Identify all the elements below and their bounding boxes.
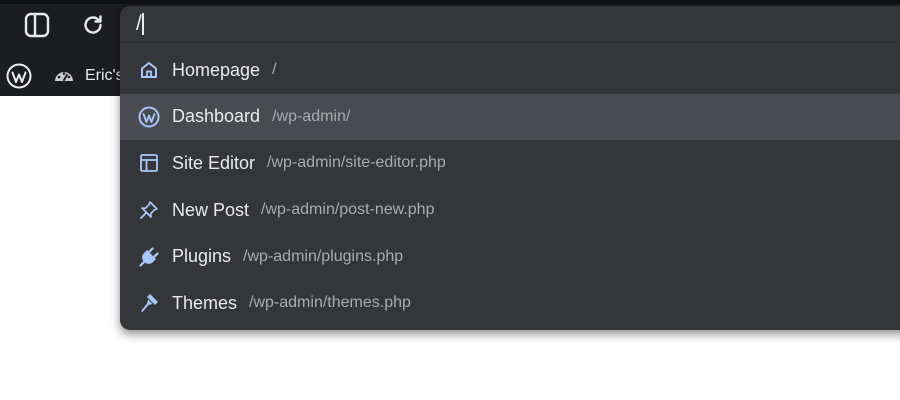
text-caret	[142, 13, 144, 35]
bookmark-wordpress[interactable]	[6, 56, 32, 96]
suggestion-title: New Post	[172, 199, 250, 220]
suggestion-list: Homepage / Dashboard /wp-admin/ Site Edi…	[120, 47, 900, 327]
suggestion-homepage[interactable]: Homepage /	[120, 47, 900, 94]
wordpress-icon	[138, 106, 160, 128]
pin-icon	[138, 199, 160, 221]
window-top-edge	[0, 0, 900, 4]
suggestion-url: /wp-admin/	[272, 107, 351, 125]
suggestion-dashboard[interactable]: Dashboard /wp-admin/	[120, 93, 900, 141]
suggestion-url: /	[272, 61, 277, 79]
wordpress-icon	[6, 63, 32, 89]
plugin-icon	[138, 246, 160, 268]
suggestion-themes[interactable]: Themes /wp-admin/themes.php	[120, 280, 900, 327]
speedometer-icon	[55, 72, 73, 81]
side-panel-icon	[24, 12, 50, 38]
bookmark-site[interactable]: Eric's	[52, 56, 124, 96]
suggestion-title: Homepage	[172, 59, 261, 80]
home-icon	[138, 59, 160, 81]
dropdown-divider	[120, 42, 900, 43]
address-input[interactable]: /	[136, 12, 142, 36]
address-bar[interactable]: /	[120, 6, 900, 40]
suggestion-new-post[interactable]: New Post /wp-admin/post-new.php	[120, 187, 900, 234]
suggestion-title: Site Editor	[172, 152, 256, 173]
reload-button[interactable]	[78, 10, 108, 40]
layout-icon	[138, 152, 160, 174]
suggestion-url: /wp-admin/themes.php	[249, 294, 411, 312]
suggestion-url: /wp-admin/post-new.php	[261, 201, 435, 219]
suggestion-site-editor[interactable]: Site Editor /wp-admin/site-editor.php	[120, 140, 900, 187]
suggestion-title: Themes	[172, 292, 238, 313]
suggestion-plugins[interactable]: Plugins /wp-admin/plugins.php	[120, 233, 900, 280]
address-bar-dropdown: / Homepage / Dashboard /wp-admin/ Site E…	[120, 6, 900, 330]
suggestion-url: /wp-admin/plugins.php	[243, 247, 404, 265]
suggestion-title: Plugins	[172, 246, 232, 267]
brush-icon	[138, 292, 160, 314]
side-panel-button[interactable]	[22, 10, 52, 40]
bookmark-label: Eric's	[85, 67, 124, 84]
suggestion-url: /wp-admin/site-editor.php	[267, 154, 446, 172]
suggestion-title: Dashboard	[172, 106, 261, 127]
reload-icon	[84, 15, 102, 34]
